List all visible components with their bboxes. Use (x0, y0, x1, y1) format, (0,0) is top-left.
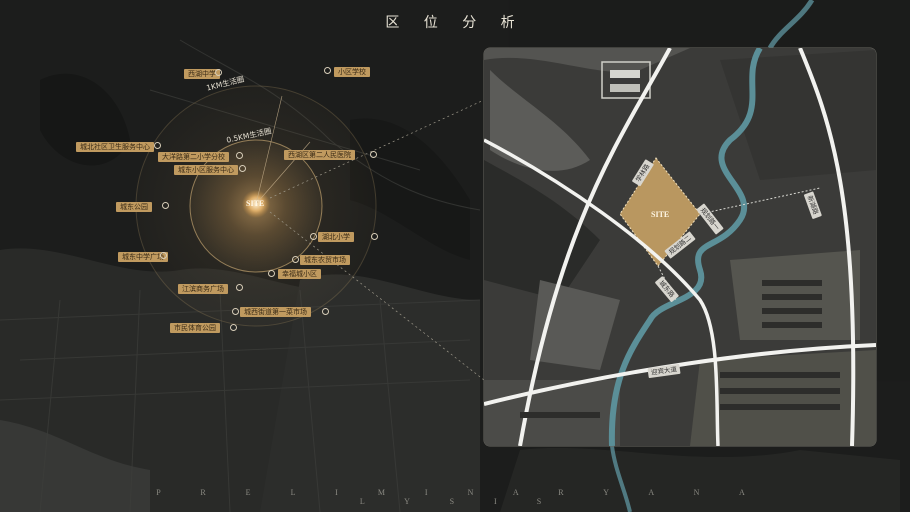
poi-marker (154, 142, 161, 149)
poi-marker (230, 324, 237, 331)
inset-site-label: SITE (651, 210, 670, 219)
poi-label: 小区学校 (334, 67, 370, 77)
site-label: SITE (246, 199, 265, 208)
poi-label: 西湖区第二人民医院 (284, 150, 355, 160)
poi-label: 市民体育公园 (170, 323, 220, 333)
poi-marker (268, 270, 275, 277)
poi-label: 城东公园 (116, 202, 152, 212)
poi-label: 城东农贸市场 (300, 255, 350, 265)
poi-marker (371, 233, 378, 240)
poi-label: 城北社区卫生服务中心 (76, 142, 154, 152)
poi-marker (322, 308, 329, 315)
poi-marker (162, 202, 169, 209)
poi-marker (160, 252, 167, 259)
poi-label: 大洋路第二小学分校 (158, 152, 229, 162)
poi-marker (324, 67, 331, 74)
poi-label: 城西街道第一菜市场 (240, 307, 311, 317)
poi-marker (292, 256, 299, 263)
poi-marker (215, 69, 222, 76)
poi-label: 幸福城小区 (278, 269, 321, 279)
poi-label: 江滨商务广场 (178, 284, 228, 294)
poi-marker (236, 152, 243, 159)
poi-label: 城东小区服务中心 (174, 165, 238, 175)
page-title: 区 位 分 析 (385, 15, 525, 31)
poi-label: 湖北小学 (318, 232, 354, 242)
page-subtitle: P R E L I M I N A R Y A N A L Y S I S (156, 488, 764, 506)
poi-marker (236, 284, 243, 291)
poi-marker (232, 308, 239, 315)
poi-marker (239, 165, 246, 172)
poi-marker (370, 151, 377, 158)
poi-marker (310, 233, 317, 240)
